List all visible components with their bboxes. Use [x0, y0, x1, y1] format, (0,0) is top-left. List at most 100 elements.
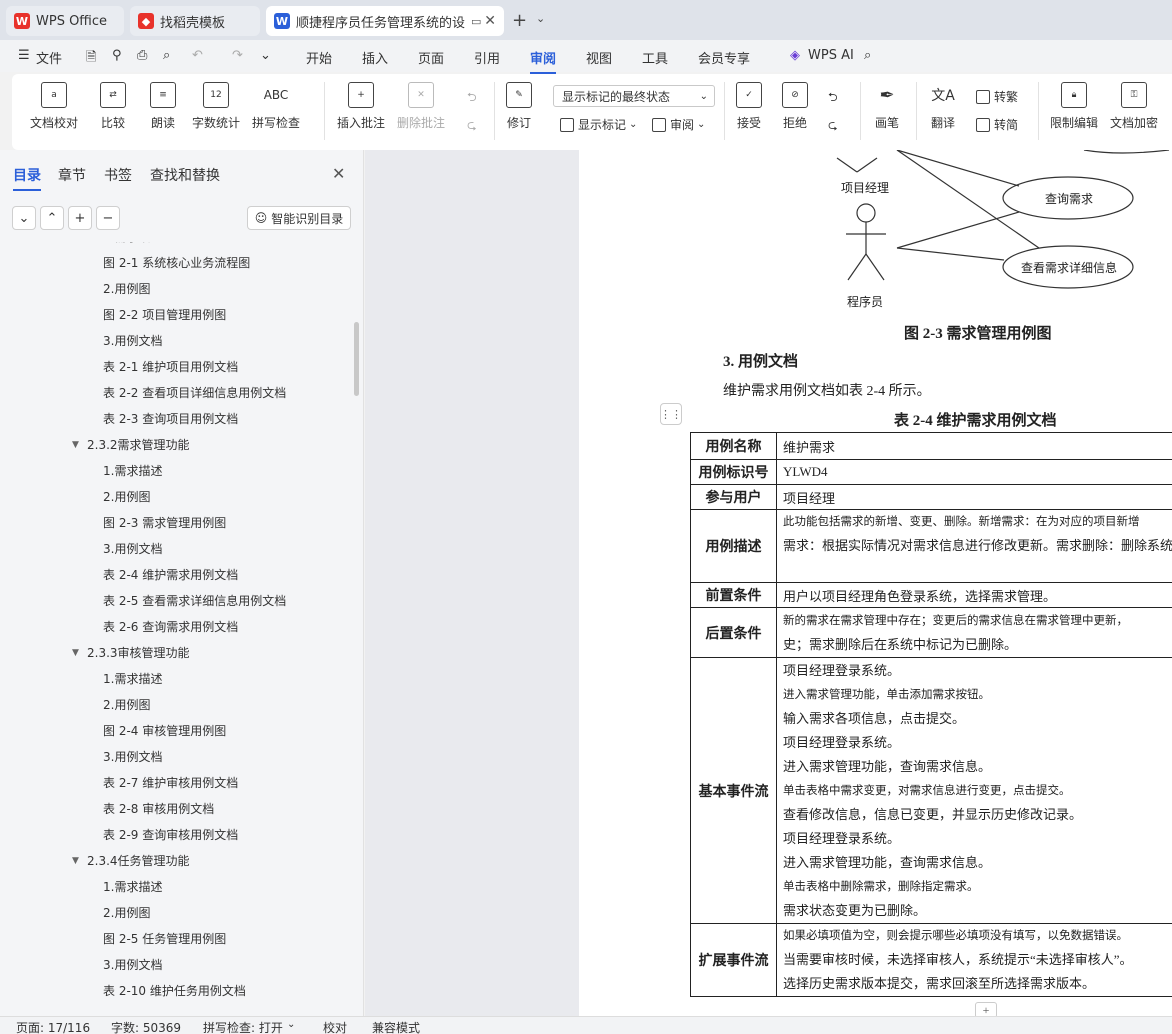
review-pane-button[interactable]: 审阅 ⌄ [652, 116, 705, 133]
tab-docer-templates[interactable]: ◆ 找稻壳模板 [130, 6, 260, 36]
toc-item[interactable]: 图 2-3 需求管理用例图 [103, 510, 226, 536]
add-heading-icon[interactable]: + [68, 206, 92, 230]
tab-current-document[interactable]: W 顺捷程序员任务管理系统的设 ▭ ✕ [266, 6, 504, 36]
table-cell[interactable]: 项目经理登录系统。 进入需求管理功能，单击添加需求按钮。 输入需求各项信息，点击… [776, 657, 1172, 924]
prev-change-icon[interactable]: ⮌ [828, 88, 838, 109]
nav-tab-toc[interactable]: 目录 [13, 165, 41, 191]
page-indicator[interactable]: 页面: 17/116 [16, 1019, 90, 1034]
toc-item[interactable]: 2.用例图 [103, 484, 150, 510]
prev-comment-icon[interactable]: ⮌ [467, 88, 477, 109]
compare-button[interactable]: ⇄ 比较 [100, 82, 126, 131]
show-markup-button[interactable]: 显示标记 ⌄ [560, 116, 637, 133]
toc-item[interactable]: 表 2-10 维护任务用例文档 [103, 978, 246, 1004]
add-row-plus-icon[interactable]: + [975, 1002, 997, 1016]
toc-item[interactable]: 表 2-4 维护需求用例文档 [103, 562, 238, 588]
tab-wps-office[interactable]: W WPS Office [6, 6, 124, 36]
drag-handle-icon[interactable]: ⋮⋮ [660, 403, 682, 425]
toc-item[interactable]: 图 2-4 审核管理用例图 [103, 718, 226, 744]
proof-status[interactable]: 校对 [323, 1019, 347, 1034]
toc-item[interactable]: 图 2-2 项目管理用例图 [103, 302, 226, 328]
search-icon[interactable]: ⌕ [864, 48, 871, 63]
hamburger-icon[interactable]: ☰ [18, 48, 30, 63]
read-aloud-button[interactable]: ≡ 朗读 [150, 82, 176, 131]
undo-icon[interactable]: ↶ [192, 48, 203, 63]
toc-item[interactable]: 2.用例图 [103, 692, 150, 718]
toc-item[interactable]: 1.需求描述 [103, 458, 162, 484]
toc-item[interactable]: 表 2-3 查询项目用例文档 [103, 406, 238, 432]
reject-button[interactable]: ⊘ 拒绝 [782, 82, 808, 131]
toc-item[interactable]: 表 2-6 查询需求用例文档 [103, 614, 238, 640]
nav-tab-bookmarks[interactable]: 书签 [104, 165, 132, 185]
spell-check-button[interactable]: ABC 拼写检查 [252, 82, 300, 131]
collapse-arrow-icon[interactable]: ▼ [72, 848, 79, 874]
table-cell[interactable]: 维护需求 [776, 432, 1172, 460]
toc-item[interactable]: 图 2-5 任务管理用例图 [103, 926, 226, 952]
toc-item[interactable]: 2.用例图 [103, 276, 150, 302]
toc-item[interactable]: ▼ 2.3.3审核管理功能 [72, 640, 190, 666]
print-preview-icon[interactable]: ⌕ [163, 48, 170, 63]
next-change-icon[interactable]: ⮎ [828, 116, 838, 137]
menu-review[interactable]: 审阅 [530, 48, 557, 74]
toc-item[interactable]: 3.用例文档 [103, 328, 162, 354]
pen-button[interactable]: ✒ 画笔 [874, 82, 900, 131]
toc-item[interactable]: 表 2-5 查看需求详细信息用例文档 [103, 588, 286, 614]
accept-button[interactable]: ✓ 接受 [736, 82, 762, 131]
menu-page[interactable]: 页面 [418, 48, 444, 67]
collapse-arrow-icon[interactable]: ▼ [72, 432, 79, 458]
table-cell[interactable]: 新的需求在需求管理中存在；变更后的需求信息在需求管理中更新， 史；需求删除后在系… [776, 607, 1172, 658]
word-count-button[interactable]: 12 字数统计 [192, 82, 240, 131]
table-cell[interactable]: 用户以项目经理角色登录系统，选择需求管理。 [776, 582, 1172, 608]
redo-icon[interactable]: ↷ [232, 48, 243, 63]
toc-item[interactable]: 1.需求描述 [103, 242, 162, 250]
save-icon[interactable]: 🗎 [86, 48, 96, 70]
insert-comment-button[interactable]: + 插入批注 [337, 82, 385, 131]
table-cell[interactable]: YLWD4 [776, 459, 1172, 485]
menu-member[interactable]: 会员专享 [698, 48, 750, 67]
toc-item[interactable]: ▼ 2.3.4任务管理功能 [72, 848, 190, 874]
restrict-edit-button[interactable]: 🔒︎ 限制编辑 [1050, 82, 1098, 131]
smart-toc-button[interactable]: ☺ 智能识别目录 [247, 206, 351, 230]
delete-comment-button[interactable]: ✕ 删除批注 [397, 82, 445, 131]
table-cell[interactable]: 如果必填项值为空，则会提示哪些必填项没有填写，以免数据错误。 当需要审核时候，未… [776, 923, 1172, 997]
toc-item[interactable]: 1.需求描述 [103, 666, 162, 692]
translate-button[interactable]: 文A 翻译 [930, 82, 956, 131]
menu-tools[interactable]: 工具 [642, 48, 668, 67]
nav-tab-find-replace[interactable]: 查找和替换 [150, 165, 220, 185]
collapse-up-icon[interactable]: ⌃ [40, 206, 64, 230]
toc-item[interactable]: 表 2-2 查看项目详细信息用例文档 [103, 380, 286, 406]
to-simplified-button[interactable]: 转简 [976, 116, 1018, 133]
next-comment-icon[interactable]: ⮎ [467, 116, 477, 137]
table-cell[interactable]: 此功能包括需求的新增、变更、删除。新增需求：在为对应的项目新增 需求：根据实际情… [776, 509, 1172, 583]
toc-item[interactable]: 2.用例图 [103, 900, 150, 926]
toc-item[interactable]: 表 2-8 审核用例文档 [103, 796, 214, 822]
menu-file[interactable]: 文件 [36, 48, 62, 67]
toc-item[interactable]: ▼ 2.3.2需求管理功能 [72, 432, 190, 458]
quick-access-more-icon[interactable]: ⌄ [260, 48, 271, 63]
toc-item[interactable]: 1.需求描述 [103, 874, 162, 900]
track-changes-button[interactable]: ✎ 修订 [506, 82, 532, 131]
toc-item[interactable]: 表 2-1 维护项目用例文档 [103, 354, 238, 380]
proofread-button[interactable]: a 文档校对 [30, 82, 78, 131]
word-count-status[interactable]: 字数: 50369 [111, 1019, 181, 1034]
nav-scrollbar[interactable] [354, 322, 359, 396]
close-icon[interactable]: ✕ [332, 164, 345, 183]
toc-item[interactable]: 3.用例文档 [103, 536, 162, 562]
markup-state-select[interactable]: 显示标记的最终状态 ⌄ [553, 85, 715, 107]
menu-wps-ai[interactable]: WPS AI [808, 48, 854, 63]
toc-item[interactable]: 3.用例文档 [103, 952, 162, 978]
nav-tab-chapters[interactable]: 章节 [58, 165, 86, 185]
toc-item[interactable]: 图 2-1 系统核心业务流程图 [103, 250, 250, 276]
collapse-arrow-icon[interactable]: ▼ [72, 640, 79, 666]
close-icon[interactable]: ✕ [484, 13, 496, 29]
expand-down-icon[interactable]: ⌄ [12, 206, 36, 230]
toc-item[interactable]: 表 2-7 维护审核用例文档 [103, 770, 238, 796]
toc-item[interactable]: 3.用例文档 [103, 744, 162, 770]
to-traditional-button[interactable]: 转繁 [976, 88, 1018, 105]
print-icon[interactable]: ⎙ [137, 48, 147, 63]
encrypt-button[interactable]: ⚿ 文档加密 [1110, 82, 1158, 131]
menu-insert[interactable]: 插入 [362, 48, 388, 67]
remove-heading-icon[interactable]: − [96, 206, 120, 230]
monitor-icon[interactable]: ▭ [471, 15, 481, 28]
toc-item[interactable]: 表 2-9 查询审核用例文档 [103, 822, 238, 848]
chevron-down-icon[interactable]: ⌄ [287, 1019, 295, 1030]
